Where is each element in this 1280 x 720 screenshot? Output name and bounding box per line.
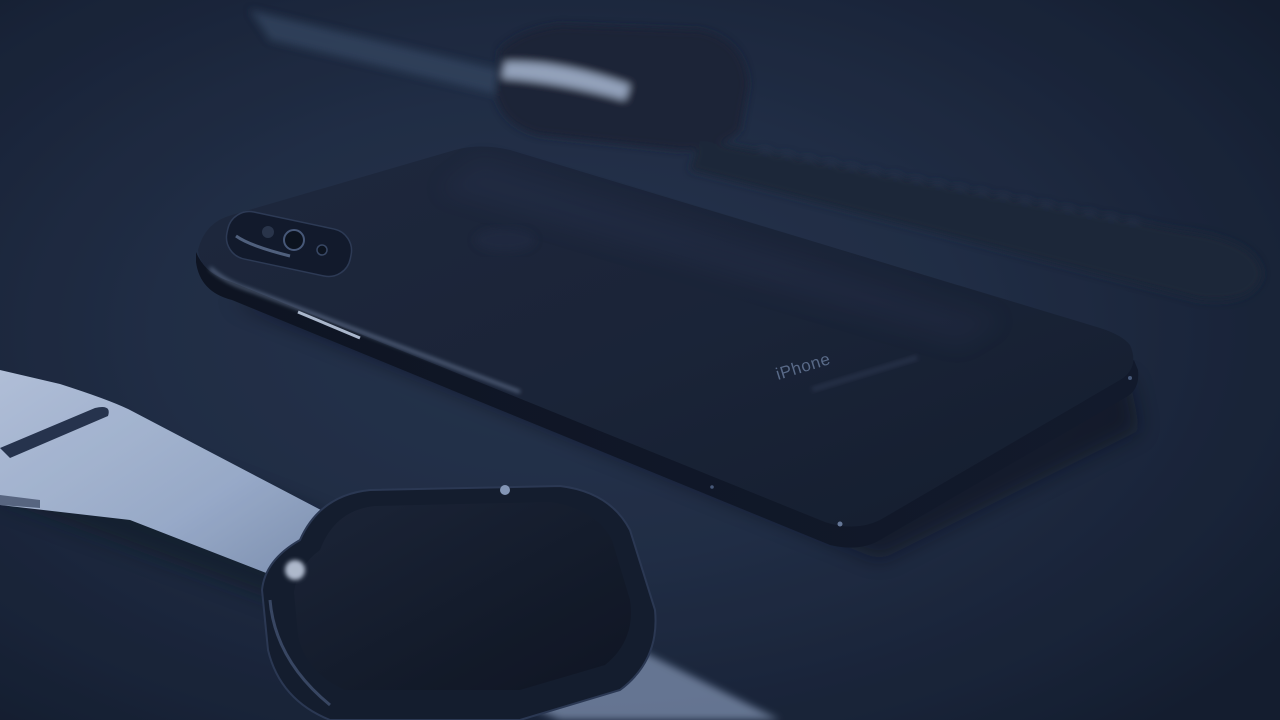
- photo-illustration: iPhone: [0, 0, 1280, 720]
- color-tint: [0, 0, 1280, 720]
- product-photo: iPhone: [0, 0, 1280, 720]
